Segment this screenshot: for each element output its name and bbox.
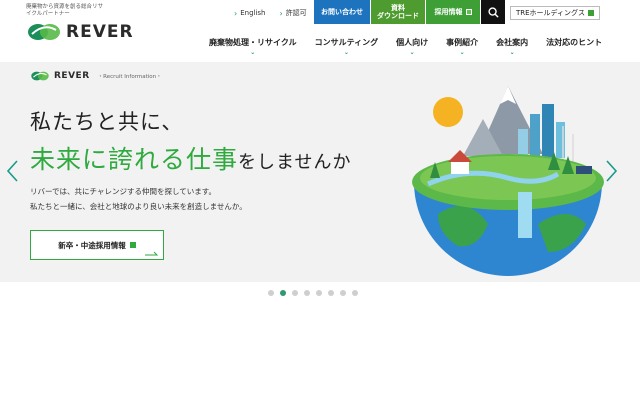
slider-prev-button[interactable] [6,160,18,182]
download-button-label-1: 資料 [391,4,405,12]
slider-dot[interactable] [304,290,310,296]
licenses-link-label: 許認可 [285,9,307,17]
recruit-button[interactable]: 採用情報 [426,0,480,24]
site-header: 廃棄物から資源を創る総合リサイクルパートナー REVER › English ›… [0,0,640,62]
download-button[interactable]: 資料 ダウンロード [371,0,425,24]
logo-block[interactable]: 廃棄物から資源を創る総合リサイクルパートナー REVER [26,4,134,43]
external-window-icon [129,242,136,248]
rever-logo-icon [31,71,49,81]
recruit-logo-text: REVER [54,71,90,81]
nav-item-label: 会社案内 [496,38,529,47]
recruit-button-label: 採用情報 [434,8,463,16]
contact-button[interactable]: お問い合わせ [314,0,370,24]
search-button[interactable] [481,0,505,24]
external-window-icon [588,10,595,16]
hero-headline-highlight: 未来に誇れる仕事 [30,145,239,174]
chevron-down-icon: ⌄ [250,49,256,56]
logo-text: REVER [66,22,134,42]
hero-headline-1: 私たちと共に、 [30,110,184,134]
external-window-icon [465,9,472,15]
contact-button-label: お問い合わせ [321,8,363,16]
nav-item-cases[interactable]: 事例紹介 ⌄ [437,37,487,56]
nav-item-label: 個人向け [396,38,429,47]
slider-dot[interactable] [340,290,346,296]
earth-illustration [412,86,604,276]
search-icon [487,6,499,18]
recruit-info-button-label: 新卒・中途採用情報 [58,240,126,250]
recruit-info-button[interactable]: 新卒・中途採用情報 [30,230,164,260]
chevron-down-icon: ⌄ [343,49,349,56]
nav-item-personal[interactable]: 個人向け ⌄ [387,37,437,56]
hero-subtext-1: リバーでは、共にチャレンジする仲間を探しています。 [30,187,216,196]
chevron-down-icon: ⌄ [509,49,515,56]
slider-dot[interactable] [328,290,334,296]
nav-item-label: 廃棄物処理・リサイクル [209,38,297,47]
licenses-link[interactable]: › 許認可 [279,8,306,18]
nav-item-consulting[interactable]: コンサルティング ⌄ [306,37,388,56]
download-button-label-2: ダウンロード [377,12,419,20]
slider-dot[interactable] [280,290,286,296]
hero-headline-2: 未来に誇れる仕事をしませんか [30,140,351,176]
slider-dot[interactable] [268,290,274,296]
site-logo[interactable]: REVER [26,21,134,43]
hero-headline-rest: をしませんか [238,152,352,173]
rever-logo-icon [28,24,60,40]
nav-item-company[interactable]: 会社案内 ⌄ [487,37,537,56]
global-nav: 廃棄物処理・リサイクル ⌄ コンサルティング ⌄ 個人向け ⌄ 事例紹介 ⌄ 会… [200,37,611,56]
chevron-down-icon: ⌄ [459,49,465,56]
chevron-right-icon: › [234,8,238,18]
tre-holdings-label: TREホールディングス [515,9,586,17]
arrow-right-icon [145,251,159,256]
chevron-right-icon: › [279,8,283,18]
english-link[interactable]: › English [234,8,265,18]
english-link-label: English [240,9,266,17]
slider-dot[interactable] [352,290,358,296]
recruit-info-label: ・Recruit Information・ [97,74,162,80]
nav-item-label: コンサルティング [314,38,379,47]
slider-dot[interactable] [316,290,322,296]
hero-subtext-2: 私たちと一緒に、会社と地球のより良い未来を創造しませんか。 [30,202,247,211]
chevron-down-icon: ⌄ [409,49,415,56]
utility-links: › English › 許認可 [234,8,307,18]
slider-pagination [268,290,358,296]
slider-dot[interactable] [292,290,298,296]
tre-holdings-link[interactable]: TREホールディングス [510,6,600,20]
nav-item-legal-tips[interactable]: 法対応のヒント [537,37,611,56]
nav-item-label: 事例紹介 [446,38,479,47]
nav-item-label: 法対応のヒント [546,38,603,47]
nav-item-recycling[interactable]: 廃棄物処理・リサイクル ⌄ [200,37,306,56]
tagline: 廃棄物から資源を創る総合リサイクルパートナー [26,4,104,17]
hero-slider: REVER ・Recruit Information・ 私たちと共に、 未来に誇… [0,62,640,282]
recruit-tag: REVER ・Recruit Information・ [30,70,162,82]
